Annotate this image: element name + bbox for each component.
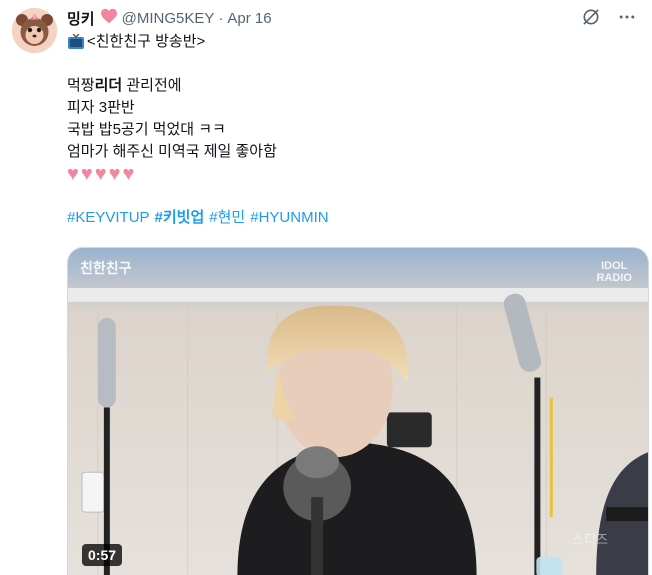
watermark: 스티즈 — [572, 532, 608, 547]
tweet-title: <친한친구 방송반> — [87, 33, 206, 50]
tweet-line-3: 국밥 밥5공기 먹었대 ㅋㅋ — [67, 121, 226, 138]
tweet-date[interactable]: Apr 16 — [227, 10, 271, 27]
radio-logo: IDOL RADIO — [597, 260, 632, 284]
video-thumbnail — [68, 248, 648, 575]
author-handle[interactable]: @MING5KEY — [122, 10, 215, 27]
header-actions — [580, 6, 638, 28]
tweet-line-2: 피자 3판반 — [67, 99, 135, 116]
tweet-line-4: 엄마가 해주신 미역국 제일 좋아함 — [67, 143, 277, 160]
hearts-emoji: ♥♥♥♥♥ — [67, 163, 137, 185]
tweet-header: 밍키 @MING5KEY · Apr 16 — [67, 7, 272, 29]
separator-dot: · — [218, 9, 224, 27]
tweet-line-1-bold: 리더 — [94, 77, 123, 94]
tweet-line-1-post: 관리전에 — [122, 77, 182, 94]
more-options-icon[interactable] — [616, 6, 638, 28]
tweet-title-line: <친한친구 방송반> — [67, 31, 627, 53]
tweet-line-1: 먹짱 리더 관리전에 — [67, 75, 627, 97]
hashtag-keyvitup[interactable]: #KEYVITUP — [67, 207, 150, 229]
tweet-text: <친한친구 방송반> 먹짱 리더 관리전에 피자 3판반 국밥 밥5공기 먹었대 … — [67, 31, 627, 229]
video-player[interactable]: 친한친구 IDOL RADIO 스티즈 0:57 — [67, 247, 649, 575]
hashtag-kibitup[interactable]: #키빗업 — [155, 207, 205, 229]
author-name[interactable]: 밍키 — [67, 8, 95, 29]
radio-logo-line-2: RADIO — [596, 272, 632, 284]
tweet-line-1-pre: 먹짱 — [67, 77, 95, 94]
avatar[interactable] — [12, 8, 57, 53]
hashtag-list: #KEYVITUP #키빗업 #현민 #HYUNMIN — [67, 207, 627, 229]
tv-icon — [67, 33, 85, 50]
heart-icon — [100, 8, 118, 28]
avatar-image — [12, 8, 57, 53]
grok-icon[interactable] — [580, 6, 602, 28]
radio-logo-line-1: IDOL — [601, 260, 628, 272]
video-duration-badge: 0:57 — [82, 544, 123, 566]
hashtag-hyunmin-kr[interactable]: #현민 — [209, 207, 245, 229]
hashtag-hyunmin[interactable]: #HYUNMIN — [250, 207, 328, 229]
show-logo: 친한친구 — [80, 260, 132, 276]
